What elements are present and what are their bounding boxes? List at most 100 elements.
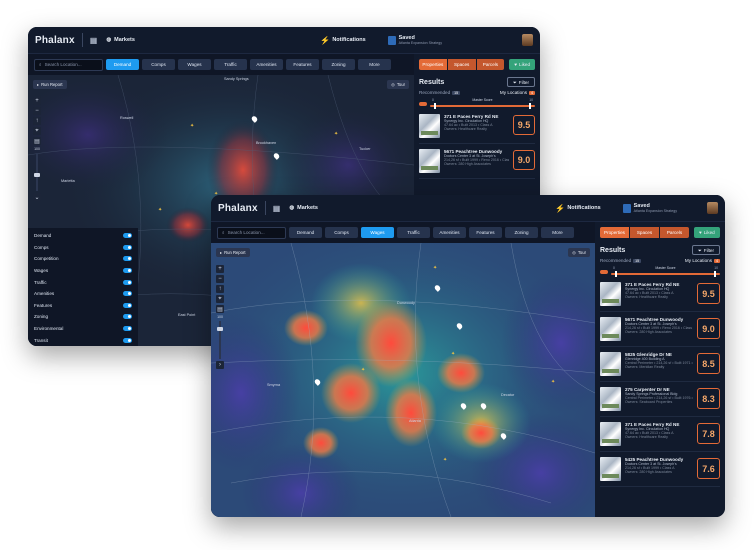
score-slider-max-handle[interactable] [714, 271, 716, 277]
tour-button[interactable]: ◎ Tour [387, 80, 409, 89]
score-slider-max-handle[interactable] [529, 103, 531, 109]
liked-button[interactable]: ♥ Liked [509, 59, 536, 70]
tour-button[interactable]: ◎ Tour [568, 248, 590, 257]
filter-button[interactable]: ⏷ Filter [692, 245, 720, 255]
filter-chip-comps[interactable]: Comps [142, 59, 175, 70]
tab-spaces[interactable]: Spaces [630, 227, 659, 238]
tab-parcels[interactable]: Parcels [660, 227, 689, 238]
layer-row[interactable]: Competition [34, 253, 132, 265]
zoom-out-button[interactable]: − [216, 275, 224, 283]
filter-chip-more[interactable]: More [358, 59, 391, 70]
score-switch[interactable] [600, 269, 608, 274]
layer-row[interactable]: Environmental [34, 323, 132, 335]
property-card[interactable]: 5671 Peachtree Dunwoody Doctors Center 3… [419, 149, 535, 179]
avatar[interactable] [522, 34, 533, 46]
property-card[interactable]: 371 E Paces Ferry Rd NE Synergy Inc. Cir… [600, 282, 720, 312]
filter-chip-amenities[interactable]: Amenities [250, 59, 283, 70]
filter-chip-more[interactable]: More [541, 227, 574, 238]
filter-chip-features[interactable]: Features [286, 59, 319, 70]
search-input[interactable]: ⌕ Search Location... [217, 226, 286, 239]
property-card[interactable]: 275 Carpenter Dr NE Sandy Springs Profes… [600, 387, 720, 417]
tab-spaces[interactable]: Spaces [447, 59, 476, 70]
liked-button[interactable]: ♥ Liked [694, 227, 720, 238]
property-card[interactable]: 5425 Peachtree Dunwoody Doctors Center 3… [600, 457, 720, 487]
markets-button[interactable]: ◍ Markets [106, 37, 135, 43]
score-slider-min-handle[interactable] [434, 103, 436, 109]
tab-parcels[interactable]: Parcels [476, 59, 505, 70]
expand-button[interactable]: › [216, 361, 224, 369]
zoom-in-button[interactable]: + [216, 265, 224, 273]
filter-button[interactable]: ⏷ Filter [507, 77, 535, 87]
property-card[interactable]: 5825 Glenridge Dr NE Glenridge 400 Build… [600, 352, 720, 382]
property-card[interactable]: 371 E Paces Ferry Rd NE Synergy Inc. Cir… [419, 114, 535, 144]
grid-icon[interactable]: ▦ [273, 204, 281, 213]
property-card[interactable]: 371 E Paces Ferry Rd NE Synergy Inc. Cir… [600, 422, 720, 452]
notifications-button[interactable]: ⚡ Notifications [320, 36, 365, 45]
score-slider-min-handle[interactable] [615, 271, 617, 277]
layer-row[interactable]: Comps [34, 242, 132, 254]
locate-button[interactable]: ⌖ [216, 295, 224, 303]
layer-toggle[interactable] [123, 244, 132, 250]
search-input[interactable]: ⌕ Search Location... [34, 58, 103, 71]
filter-chip-traffic[interactable]: Traffic [397, 227, 430, 238]
layer-toggle[interactable] [123, 314, 132, 320]
tab-my-locations[interactable]: My Locations 4 [685, 258, 720, 263]
run-report-button[interactable]: ▸ Run Report [216, 248, 250, 257]
compass-button[interactable]: ↑ [33, 117, 41, 125]
zoom-slider-thumb[interactable] [217, 327, 223, 331]
zoom-slider[interactable] [34, 153, 40, 191]
layers-icon[interactable]: ▤ [33, 137, 41, 145]
filter-chip-wages[interactable]: Wages [178, 59, 211, 70]
layer-toggle[interactable] [123, 233, 132, 239]
filter-chip-demand[interactable]: Demand [289, 227, 322, 238]
compass-button[interactable]: ↑ [216, 285, 224, 293]
score-switch[interactable] [419, 101, 427, 106]
heat-map[interactable]: Dunwoody Atlanta Decatur Smyrna ✦ ✦ ✦ ✦ … [211, 243, 595, 517]
grid-icon[interactable]: ▦ [90, 36, 98, 45]
tab-recommended[interactable]: Recommended 15 [600, 258, 642, 263]
filter-chip-traffic[interactable]: Traffic [214, 59, 247, 70]
tab-recommended[interactable]: Recommended 15 [419, 90, 461, 95]
brand-logo[interactable]: Phalanx [218, 203, 258, 214]
layer-row[interactable]: Amenities [34, 288, 132, 300]
zoom-out-button[interactable]: − [33, 107, 41, 115]
layer-row[interactable]: Zoning [34, 311, 132, 323]
layer-toggle[interactable] [123, 268, 132, 274]
layer-row[interactable]: Wages [34, 265, 132, 277]
layer-toggle[interactable] [123, 256, 132, 262]
tab-properties[interactable]: Properties [419, 59, 447, 70]
notifications-button[interactable]: ⚡ Notifications [555, 204, 600, 213]
avatar[interactable] [707, 202, 718, 214]
tab-my-locations[interactable]: My Locations 4 [500, 90, 535, 95]
score-slider[interactable] [611, 273, 720, 275]
layer-row[interactable]: Demand [34, 230, 132, 242]
layer-toggle[interactable] [123, 279, 132, 285]
run-report-button[interactable]: ▸ Run Report [33, 80, 67, 89]
brand-logo[interactable]: Phalanx [35, 35, 75, 46]
layer-row[interactable]: Features [34, 300, 132, 312]
filter-chip-zoning[interactable]: Zoning [505, 227, 538, 238]
zoom-slider[interactable] [217, 321, 223, 359]
filter-chip-comps[interactable]: Comps [325, 227, 358, 238]
saved-strategy[interactable]: Saved Atlanta Expansion Strategy [622, 203, 677, 213]
collapse-button[interactable]: ⌄ [33, 193, 41, 201]
score-slider[interactable] [430, 105, 535, 107]
layer-row[interactable]: Transit [34, 334, 132, 346]
filter-chip-amenities[interactable]: Amenities [433, 227, 466, 238]
tab-properties[interactable]: Properties [600, 227, 629, 238]
layer-toggle[interactable] [123, 326, 132, 332]
filter-chip-wages[interactable]: Wages [361, 227, 394, 238]
layer-toggle[interactable] [123, 291, 132, 297]
filter-chip-features[interactable]: Features [469, 227, 502, 238]
filter-chip-zoning[interactable]: Zoning [322, 59, 355, 70]
saved-strategy[interactable]: Saved Atlanta Expansion Strategy [387, 35, 442, 45]
layer-toggle[interactable] [123, 337, 132, 343]
zoom-in-button[interactable]: + [33, 97, 41, 105]
locate-button[interactable]: ⌖ [33, 127, 41, 135]
markets-button[interactable]: ◍ Markets [289, 205, 318, 211]
layers-icon[interactable]: ▤ [216, 305, 224, 313]
zoom-slider-thumb[interactable] [34, 173, 40, 177]
filter-chip-demand[interactable]: Demand [106, 59, 139, 70]
property-card[interactable]: 5671 Peachtree Dunwoody Doctors Center 3… [600, 317, 720, 347]
layer-toggle[interactable] [123, 302, 132, 308]
